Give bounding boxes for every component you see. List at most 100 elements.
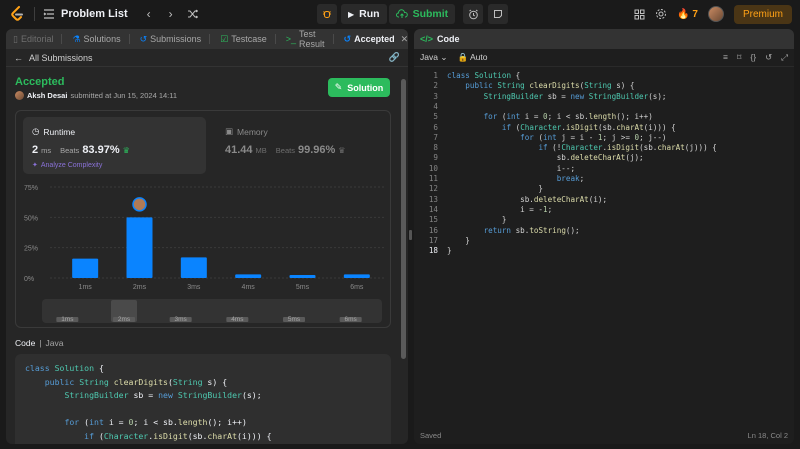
submit-label: Submit: [412, 8, 449, 20]
code-line[interactable]: }: [447, 236, 470, 245]
tab-accepted[interactable]: ↺ Accepted ✕: [339, 29, 408, 49]
bar-1ms[interactable]: [72, 258, 99, 278]
note-icon: [494, 10, 503, 18]
submit-button[interactable]: Submit: [388, 4, 456, 24]
streak-counter[interactable]: 🔥 7: [677, 9, 698, 20]
code-line[interactable]: return sb.toString();: [447, 226, 580, 235]
bar-3ms[interactable]: [180, 257, 207, 278]
code-label: Code: [15, 338, 36, 348]
language-select[interactable]: Java ⌄: [420, 52, 447, 63]
line-number: 10: [428, 163, 438, 173]
tab-editorial[interactable]: ▯ Editorial: [8, 29, 67, 49]
beats-label: Beats: [275, 146, 295, 155]
leetcode-crown-icon: ♛: [122, 146, 130, 155]
chart-range-scrubber[interactable]: 1ms 2ms 3ms 4ms 5ms 6ms: [42, 299, 382, 323]
code-line[interactable]: sb.deleteCharAt(i);: [447, 195, 607, 204]
reset-icon[interactable]: ↺: [765, 52, 772, 63]
layout-grid-icon[interactable]: [634, 9, 645, 20]
bar-5ms[interactable]: [289, 274, 316, 278]
bar-4ms[interactable]: [235, 274, 262, 278]
all-submissions-link[interactable]: All Submissions: [29, 53, 93, 63]
resize-handle[interactable]: [409, 230, 412, 240]
line-number: 5: [433, 112, 438, 122]
settings-gear-icon[interactable]: [655, 8, 667, 20]
history-icon: ↺: [139, 33, 148, 44]
back-arrow-icon[interactable]: ←: [14, 53, 23, 63]
braces-icon[interactable]: {}: [750, 52, 756, 63]
shuffle-icon[interactable]: [184, 5, 202, 23]
fire-icon: 🔥: [676, 8, 690, 20]
code-line[interactable]: i = -1;: [447, 205, 552, 214]
editor-toolbar: Java ⌄ 🔒 Auto ≡ ⌑ {} ↺ ⤢: [414, 49, 794, 67]
code-line[interactable]: }: [447, 184, 543, 193]
problem-list-icon[interactable]: [43, 9, 55, 19]
scrubber-label: 5ms: [288, 316, 301, 323]
chevron-down-icon: ⌄: [440, 52, 448, 62]
expand-icon[interactable]: ⤢: [781, 52, 788, 63]
solution-button[interactable]: ✎ Solution: [328, 78, 390, 97]
code-line[interactable]: }: [447, 215, 507, 224]
submitted-code-block[interactable]: class Solution { public String clearDigi…: [15, 354, 391, 444]
leetcode-logo-icon[interactable]: [8, 5, 26, 23]
x-tick-label: 1ms: [79, 284, 93, 291]
editor-header: </> Code: [414, 29, 794, 49]
code-line[interactable]: if (Character.isDigit(sb.charAt(i))) {: [447, 123, 676, 132]
author-name[interactable]: Aksh Desai: [27, 91, 67, 100]
scrubber-label: 2ms: [118, 316, 131, 323]
next-problem-icon[interactable]: ›: [162, 5, 180, 23]
runtime-box[interactable]: ◷ Runtime 2 ms Beats 83.97% ♛ ✦ Analyze …: [23, 117, 206, 174]
line-number: 12: [428, 184, 438, 194]
bookmark-icon[interactable]: ⌑: [737, 52, 741, 63]
premium-button[interactable]: Premium: [733, 4, 792, 24]
y-tick-label: 75%: [24, 185, 38, 192]
line-number: 16: [428, 225, 438, 235]
code-line[interactable]: for (int i = 0; i < sb.length(); i++): [447, 112, 653, 121]
tab-solutions[interactable]: ⚗ Solutions: [67, 29, 134, 49]
auto-mode[interactable]: 🔒 Auto: [457, 52, 487, 63]
code-header: Code | Java: [15, 338, 64, 348]
debug-button[interactable]: [317, 4, 337, 24]
tab-testcase[interactable]: ☑ Testcase: [215, 29, 281, 49]
notes-button[interactable]: [488, 4, 509, 24]
code-line[interactable]: if (!Character.isDigit(sb.charAt(j))) {: [447, 143, 716, 152]
bar-2ms[interactable]: [126, 217, 153, 278]
line-number: 13: [428, 194, 438, 204]
line-number: 2: [433, 81, 438, 91]
code-line[interactable]: }: [447, 246, 452, 255]
panel-scrollbar[interactable]: [401, 79, 406, 359]
format-icon[interactable]: ≡: [723, 52, 728, 63]
cloud-upload-icon: [395, 9, 408, 18]
author-avatar: [15, 91, 24, 100]
run-button[interactable]: ▶ Run: [341, 4, 387, 24]
scrubber-label: 1ms: [61, 316, 74, 323]
memory-box[interactable]: ▣ Memory 41.44 MB Beats 99.96% ♛: [216, 117, 386, 174]
y-tick-label: 50%: [24, 215, 38, 222]
prev-problem-icon[interactable]: ‹: [140, 5, 158, 23]
flask-icon: ⚗: [72, 33, 81, 44]
problem-list-link[interactable]: Problem List: [61, 8, 128, 20]
code-line[interactable]: i--;: [447, 164, 575, 173]
code-line[interactable]: sb.deleteCharAt(j);: [447, 153, 644, 162]
tab-submissions[interactable]: ↺ Submissions: [135, 29, 216, 49]
analyze-complexity-link[interactable]: ✦ Analyze Complexity: [32, 161, 102, 170]
tab-test-result[interactable]: >_ Test Result: [281, 29, 339, 49]
code-editor[interactable]: 1 class Solution {2 public String clearDi…: [414, 71, 794, 421]
runtime-distribution-chart: 75% 50% 25% 0% 1ms 2ms 3ms 4ms 5ms 6ms: [24, 185, 386, 291]
user-avatar[interactable]: [707, 6, 724, 22]
timer-button[interactable]: [463, 4, 484, 24]
solution-label: Solution: [347, 82, 384, 93]
terminal-icon: >_: [285, 34, 297, 44]
close-icon[interactable]: ✕: [401, 34, 408, 45]
code-line[interactable]: break;: [447, 174, 584, 183]
book-icon: ▯: [13, 33, 18, 44]
code-line[interactable]: StringBuilder sb = new StringBuilder(s);: [447, 92, 667, 101]
submitted-at: submitted at Jun 15, 2024 14:11: [70, 91, 178, 100]
scrubber-label: 6ms: [345, 316, 358, 323]
line-number: 3: [433, 91, 438, 101]
code-line[interactable]: class Solution {: [447, 71, 520, 80]
code-line[interactable]: public String clearDigits(String s) {: [447, 81, 634, 90]
bar-6ms[interactable]: [343, 274, 370, 278]
code-line[interactable]: for (int j = i - 1; j >= 0; j--): [447, 133, 666, 142]
editor-title: Code: [437, 34, 460, 44]
link-icon[interactable]: 🔗: [389, 52, 400, 63]
